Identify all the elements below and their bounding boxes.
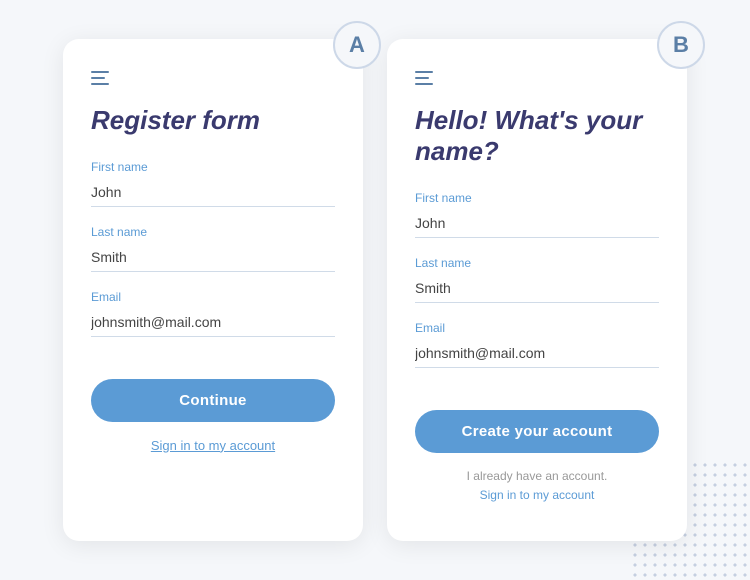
first-name-field-b: First name [415, 191, 659, 238]
first-name-label-b: First name [415, 191, 659, 205]
card-b-badge: B [657, 21, 705, 69]
sign-in-link-a[interactable]: Sign in to my account [91, 438, 335, 453]
last-name-label-a: Last name [91, 225, 335, 239]
card-a-badge: A [333, 21, 381, 69]
first-name-label-a: First name [91, 160, 335, 174]
first-name-field-a: First name [91, 160, 335, 207]
last-name-input-a[interactable] [91, 243, 335, 272]
last-name-field-b: Last name [415, 256, 659, 303]
first-name-input-b[interactable] [415, 209, 659, 238]
email-input-a[interactable] [91, 308, 335, 337]
first-name-input-a[interactable] [91, 178, 335, 207]
email-field-a: Email [91, 290, 335, 337]
card-a: A Register form First name Last name Ema… [63, 39, 363, 542]
last-name-input-b[interactable] [415, 274, 659, 303]
already-account-text: I already have an account. Sign in to my… [415, 467, 659, 505]
card-b: B Hello! What's your name? First name La… [387, 39, 687, 542]
hamburger-menu-b[interactable] [415, 71, 659, 85]
email-label-b: Email [415, 321, 659, 335]
create-account-button[interactable]: Create your account [415, 410, 659, 453]
hamburger-menu-a[interactable] [91, 71, 335, 85]
card-a-title: Register form [91, 105, 335, 136]
card-b-title: Hello! What's your name? [415, 105, 659, 167]
sign-in-link-b[interactable]: Sign in to my account [415, 486, 659, 505]
last-name-label-b: Last name [415, 256, 659, 270]
last-name-field-a: Last name [91, 225, 335, 272]
cards-container: A Register form First name Last name Ema… [63, 39, 687, 542]
continue-button[interactable]: Continue [91, 379, 335, 422]
email-field-b: Email [415, 321, 659, 368]
email-input-b[interactable] [415, 339, 659, 368]
email-label-a: Email [91, 290, 335, 304]
